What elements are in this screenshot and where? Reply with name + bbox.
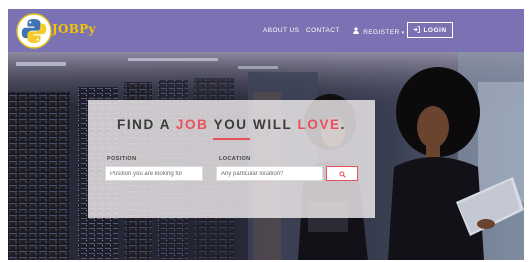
search-icon (338, 165, 346, 183)
headline-highlight-love: LOVE (297, 117, 341, 132)
login-label: LOGIN (423, 26, 447, 34)
chevron-down-icon: ▾ (401, 30, 405, 36)
position-label: POSITION (107, 156, 137, 162)
position-input[interactable] (105, 166, 203, 181)
headline-highlight-job: JOB (175, 117, 209, 132)
location-input[interactable] (216, 166, 323, 181)
python-logo-icon[interactable] (16, 13, 52, 49)
login-button[interactable]: LOGIN (407, 22, 453, 38)
headline-text-2: YOU WILL (208, 117, 298, 132)
nav-about-us-link[interactable]: ABOUT US (263, 27, 299, 34)
search-button[interactable] (326, 166, 358, 181)
nav-register-dropdown[interactable]: REGISTER ▾ (353, 27, 405, 36)
location-label: LOCATION (219, 156, 251, 162)
search-headline: FIND A JOB YOU WILL LOVE. (88, 117, 375, 132)
sign-in-icon (413, 25, 421, 35)
user-icon (353, 27, 361, 36)
top-navbar: JOBPy ABOUT US CONTACT REGISTER ▾ LOGIN (8, 9, 524, 52)
headline-text-1: FIND A (116, 117, 176, 132)
register-label: REGISTER (363, 29, 400, 36)
headline-underline (213, 138, 250, 140)
job-search-panel: FIND A JOB YOU WILL LOVE. POSITION LOCAT… (88, 100, 375, 218)
headline-period: . (340, 117, 347, 132)
nav-contact-link[interactable]: CONTACT (306, 27, 340, 34)
brand-name[interactable]: JOBPy (52, 22, 96, 36)
